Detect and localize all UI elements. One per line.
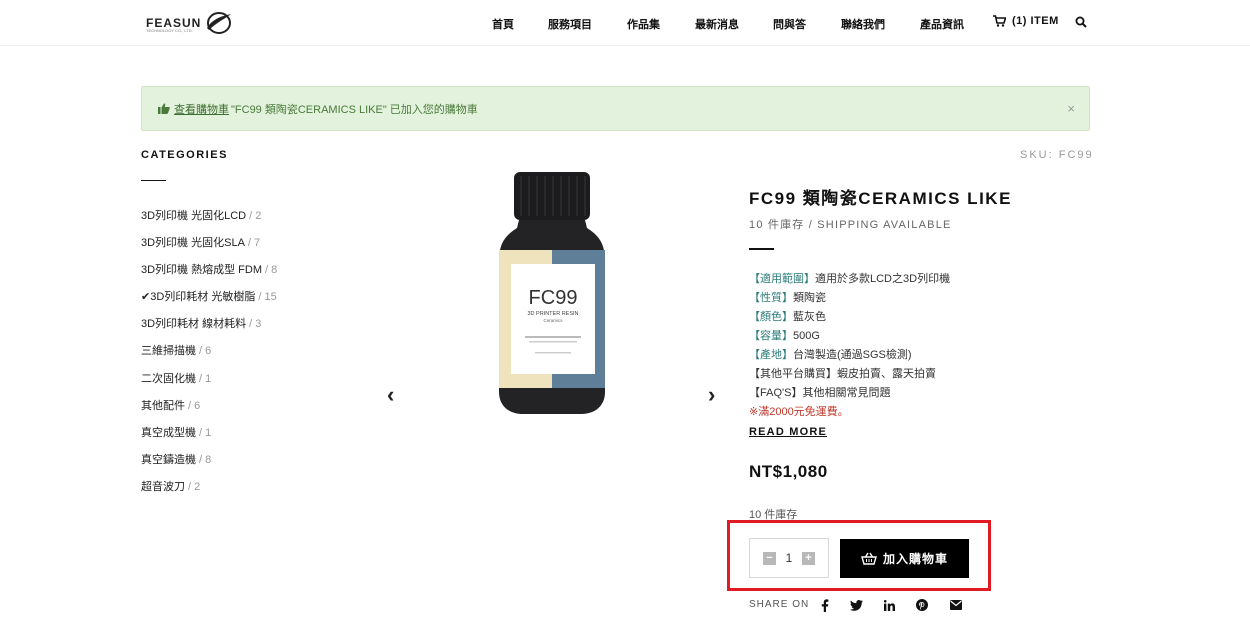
desc-line: 【性質】類陶瓷	[749, 292, 826, 304]
pinterest-icon[interactable]	[914, 597, 930, 613]
logo-swoosh-icon	[207, 12, 232, 34]
nav-item-products[interactable]: 產品資訊	[920, 16, 964, 32]
promo-text: ※滿2000元免運費。	[749, 406, 849, 418]
desc-line: 【顏色】藍灰色	[749, 311, 826, 323]
product-price: NT$1,080	[749, 462, 828, 481]
category-label: 3D列印機 熱熔成型 FDM	[141, 264, 262, 277]
desc-line-other-platforms[interactable]: 【其他平台購買】蝦皮拍賣、露天拍賣	[749, 365, 950, 384]
nav-item-portfolio[interactable]: 作品集	[627, 16, 660, 32]
category-item[interactable]: 真空鑄造機/ 8	[141, 451, 277, 478]
quantity-decrease-button[interactable]: −	[763, 551, 776, 565]
category-label: 真空成型機	[141, 426, 196, 439]
category-count: / 1	[199, 372, 212, 385]
category-count: / 8	[199, 453, 212, 466]
notice-message: "FC99 類陶瓷CERAMICS LIKE" 已加入您的購物車	[231, 103, 478, 116]
read-more-link[interactable]: READ MORE	[749, 426, 827, 438]
product-title: FC99 類陶瓷CERAMICS LIKE	[749, 189, 1012, 208]
quantity-stepper[interactable]: − 1 +	[749, 538, 829, 578]
basket-icon	[861, 552, 877, 565]
main-nav: 首頁 服務項目 作品集 最新消息 問與答 聯絡我們 產品資訊	[492, 16, 964, 32]
category-label: 3D列印機 光固化LCD	[141, 210, 247, 222]
gallery-prev-icon[interactable]: ‹	[387, 384, 394, 406]
category-count: / 7	[247, 237, 261, 250]
cart-link[interactable]: (1) ITEM	[993, 15, 1059, 27]
category-label: ✔3D列印耗材 光敏樹脂	[141, 291, 256, 304]
category-item[interactable]: 真空成型機/ 1	[141, 424, 277, 451]
category-count: / 1	[199, 426, 212, 439]
nav-item-home[interactable]: 首頁	[492, 16, 514, 32]
email-icon[interactable]	[948, 597, 964, 613]
category-count: / 3	[249, 318, 262, 331]
category-count: / 2	[188, 480, 201, 493]
category-item[interactable]: 3D列印機 光固化SLA/ 7	[141, 234, 277, 261]
bottle-label-line1: 3D PRINTER RESIN	[527, 311, 578, 317]
category-item[interactable]: 3D列印機 光固化LCD/ 2	[141, 207, 277, 234]
category-label: 3D列印機 光固化SLA	[141, 237, 245, 250]
categories-heading: CATEGORIES	[141, 149, 228, 161]
nav-item-faq[interactable]: 問與答	[773, 16, 806, 32]
category-label: 3D列印耗材 線材耗料	[141, 318, 247, 331]
search-icon[interactable]	[1075, 16, 1087, 28]
category-count: / 8	[265, 264, 278, 277]
nav-item-news[interactable]: 最新消息	[695, 16, 739, 32]
categories-divider	[141, 180, 166, 181]
desc-line-faq[interactable]: 【FAQ'S】其他相關常見問題	[749, 384, 950, 403]
facebook-icon[interactable]	[817, 597, 833, 613]
category-label: 三維掃描機	[141, 345, 196, 358]
site-header: FEASUN TECHNOLOGY CO., LTD. 首頁 服務項目 作品集 …	[0, 0, 1250, 46]
close-icon[interactable]: ×	[1067, 101, 1075, 116]
brand-logo[interactable]: FEASUN TECHNOLOGY CO., LTD.	[146, 8, 233, 38]
share-label: SHARE ON	[749, 599, 810, 610]
nav-item-contact[interactable]: 聯絡我們	[841, 16, 885, 32]
category-item[interactable]: 3D列印耗材 線材耗料/ 3	[141, 315, 277, 342]
category-item[interactable]: 其他配件/ 6	[141, 397, 277, 424]
category-label: 超音波刀	[141, 480, 185, 493]
brand-tagline: TECHNOLOGY CO., LTD.	[146, 28, 193, 33]
view-cart-link[interactable]: 查看購物車	[174, 101, 229, 117]
product-description: 【適用範圍】適用於多款LCD之3D列印機 【性質】類陶瓷 【顏色】藍灰色 【容量…	[749, 270, 950, 422]
twitter-icon[interactable]	[848, 597, 864, 613]
category-item-active[interactable]: ✔3D列印耗材 光敏樹脂/ 15	[141, 288, 277, 315]
stock-shipping-status: 10 件庫存 / SHIPPING AVAILABLE	[749, 219, 952, 231]
thumbs-up-icon	[158, 103, 170, 114]
category-count: / 6	[199, 345, 212, 358]
bottle-label-model: FC99	[529, 287, 578, 309]
linkedin-icon[interactable]	[881, 597, 897, 613]
category-item[interactable]: 3D列印機 熱熔成型 FDM/ 8	[141, 261, 277, 288]
category-count: / 6	[188, 399, 201, 412]
quantity-value[interactable]: 1	[786, 551, 793, 565]
product-divider	[749, 248, 774, 250]
category-label: 其他配件	[141, 399, 185, 412]
quantity-increase-button[interactable]: +	[802, 551, 815, 565]
bottle-label-line2: Ceramics	[543, 318, 563, 323]
category-list: 3D列印機 光固化LCD/ 2 3D列印機 光固化SLA/ 7 3D列印機 熱熔…	[141, 207, 277, 505]
cart-count: (1) ITEM	[1012, 15, 1059, 27]
category-item[interactable]: 三維掃描機/ 6	[141, 342, 277, 369]
category-label: 二次固化機	[141, 372, 196, 385]
add-to-cart-button[interactable]: 加入購物車	[840, 539, 969, 578]
category-label: 真空鑄造機	[141, 453, 196, 466]
add-to-cart-label: 加入購物車	[882, 552, 948, 566]
category-item[interactable]: 超音波刀/ 2	[141, 478, 277, 505]
desc-line: 【產地】台灣製造(通過SGS檢測)	[749, 349, 912, 361]
gallery-next-icon[interactable]: ›	[708, 384, 715, 406]
nav-item-services[interactable]: 服務項目	[548, 16, 592, 32]
product-image: FC99 3D PRINTER RESIN Ceramics	[499, 172, 605, 414]
product-sku: SKU: FC99	[1020, 149, 1094, 161]
cart-icon	[993, 15, 1006, 27]
desc-line: 【適用範圍】適用於多款LCD之3D列印機	[749, 273, 951, 285]
desc-line: 【容量】500G	[749, 330, 820, 342]
category-item[interactable]: 二次固化機/ 1	[141, 370, 277, 397]
category-count: / 2	[249, 210, 262, 222]
cart-notice: 查看購物車 "FC99 類陶瓷CERAMICS LIKE" 已加入您的購物車 ×	[141, 86, 1090, 131]
category-count: / 15	[258, 291, 277, 304]
